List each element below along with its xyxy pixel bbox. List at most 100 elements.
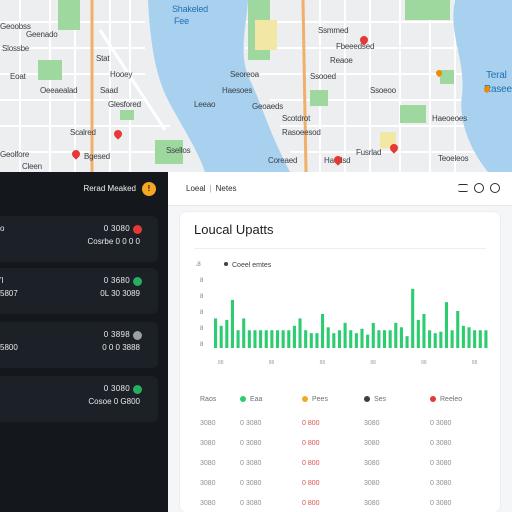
map-label: Ssellos bbox=[166, 146, 191, 155]
table-cell: 0 3080 bbox=[430, 420, 452, 427]
map-label: Haesoes bbox=[222, 86, 253, 95]
x-tick-label: 88 bbox=[421, 360, 427, 366]
y-tick-label: 8 bbox=[200, 310, 204, 316]
table-cell: 3080 bbox=[364, 420, 380, 427]
alert-icon[interactable]: ! bbox=[142, 182, 156, 196]
table-row[interactable]: 3080 0 3080 0 800 3080 0 3080 bbox=[200, 476, 492, 496]
updates-table: Raos Eaa Pees Ses Reeleo 3080 0 3080 0 800… bbox=[200, 392, 492, 512]
map-label: Reaoe bbox=[330, 56, 353, 65]
chart-bar bbox=[444, 302, 449, 348]
chart-bar bbox=[264, 330, 268, 348]
legend-dot-icon bbox=[302, 396, 308, 402]
chart-bar bbox=[219, 325, 223, 348]
grid-icon[interactable] bbox=[458, 184, 468, 192]
chart-bar bbox=[326, 327, 330, 348]
card-detail: 0 0 0 3888 bbox=[102, 343, 140, 352]
updates-chart: Coeel emtes1888888888888888888 bbox=[196, 256, 496, 372]
card-label: o bbox=[0, 224, 5, 233]
legend-dot-icon bbox=[224, 262, 228, 266]
table-cell: 0 800 bbox=[302, 480, 320, 487]
chart-bar bbox=[366, 334, 370, 348]
chart-bar bbox=[377, 330, 381, 348]
table-cell: 3080 bbox=[200, 440, 216, 447]
x-tick-label: 88 bbox=[218, 360, 224, 366]
map-label: Geoaeds bbox=[252, 102, 284, 111]
map-label: Geenado bbox=[26, 30, 58, 39]
chart-bar bbox=[349, 330, 353, 348]
chart-bar bbox=[321, 313, 325, 348]
map-label: Bgesed bbox=[84, 152, 110, 161]
feed-card[interactable]: 'l 5807 0 3680 0L 30 3089 bbox=[0, 268, 158, 314]
chart-bar bbox=[253, 330, 257, 348]
table-cell: 0 3080 bbox=[430, 440, 452, 447]
chart-bar bbox=[332, 333, 336, 348]
table-row[interactable]: 3080 0 3080 0 800 3080 0 3080 bbox=[200, 416, 492, 436]
map-label: Oeeaealad bbox=[40, 86, 78, 95]
column-header[interactable]: Raos bbox=[200, 396, 216, 403]
main-panel: Loeal|Netes Loucal Upatts Coeel emtes 18 8… bbox=[168, 172, 512, 512]
x-tick-label: 88 bbox=[472, 360, 478, 366]
card-amount: 0 3680 bbox=[103, 276, 130, 285]
feed-card[interactable]: 5800 0 3898 0 0 0 3888 bbox=[0, 322, 158, 368]
chart-bar bbox=[439, 331, 443, 348]
map-label: Coreaed bbox=[268, 156, 298, 165]
map-label: Eoat bbox=[10, 72, 26, 81]
chart-bar bbox=[484, 330, 488, 348]
card-detail: Cosrbe 0 0 0 0 bbox=[87, 237, 140, 246]
chart-bar bbox=[270, 330, 274, 348]
table-cell: 0 3080 bbox=[240, 420, 262, 427]
table-row[interactable]: 3080 0 3080 0 800 3080 0 3080 bbox=[200, 456, 492, 476]
header-title: Loeal | Netes bbox=[186, 184, 237, 193]
map-label: Geoobss bbox=[0, 22, 31, 31]
legend-dot-icon bbox=[364, 396, 370, 402]
table-row[interactable]: 3080 0 3080 0 800 3080 0 3080 bbox=[200, 496, 492, 512]
chart-bar bbox=[416, 319, 420, 348]
table-row[interactable]: 3080 0 3080 0 800 3080 0 3080 bbox=[200, 436, 492, 456]
chart-legend: Coeel emtes bbox=[232, 262, 272, 269]
chart-bar bbox=[230, 299, 234, 348]
chart-bar bbox=[259, 330, 263, 348]
table-cell: 0 800 bbox=[302, 440, 320, 447]
map-label: Geolfore bbox=[0, 150, 30, 159]
column-header[interactable]: Ses bbox=[364, 396, 386, 403]
map-label: Haeoeoes bbox=[432, 114, 467, 123]
card-label: 'l bbox=[0, 276, 4, 285]
table-cell: 3080 bbox=[364, 440, 380, 447]
map-label: Glesfored bbox=[108, 100, 141, 109]
feed-card[interactable]: 0 3080 Cosoe 0 G800 bbox=[0, 376, 158, 422]
column-header[interactable]: Reeleo bbox=[430, 396, 462, 403]
header-title-sub: Netes bbox=[215, 184, 237, 193]
feed-card[interactable]: o 0 3080 Cosrbe 0 0 0 0 bbox=[0, 216, 158, 262]
table-cell: 0 3080 bbox=[430, 480, 452, 487]
map-view[interactable]: Shakeled Fee Geenado Slossbe Stat Hooey … bbox=[0, 0, 512, 172]
card-amount: 0 3898 bbox=[103, 330, 130, 339]
chart-bar bbox=[275, 330, 280, 348]
table-cell: 3080 bbox=[364, 480, 380, 487]
map-label: Leeao bbox=[194, 100, 216, 109]
map-label: Cleen bbox=[22, 162, 42, 171]
map-label: Fee bbox=[174, 16, 189, 26]
column-header[interactable]: Eaa bbox=[240, 396, 262, 403]
chart-bar bbox=[371, 322, 375, 348]
table-cell: 0 800 bbox=[302, 460, 320, 467]
bar-chart: Coeel emtes1888888888888888888 bbox=[196, 262, 488, 366]
chart-bar bbox=[433, 333, 437, 348]
chart-bar bbox=[399, 327, 403, 348]
table-cell: 0 3080 bbox=[430, 500, 452, 507]
chart-bar bbox=[287, 330, 291, 348]
settings-icon[interactable] bbox=[490, 183, 500, 193]
main-header: Loeal | Netes bbox=[168, 172, 512, 206]
chart-bar bbox=[315, 333, 319, 348]
chart-bar bbox=[473, 330, 477, 348]
chart-bar bbox=[411, 288, 415, 348]
map-label: Ssoeoo bbox=[370, 86, 396, 95]
column-header[interactable]: Pees bbox=[302, 396, 328, 403]
table-cell: 0 3080 bbox=[240, 440, 262, 447]
divider bbox=[194, 248, 486, 249]
chart-bar bbox=[304, 330, 308, 348]
map-label: Shakeled bbox=[172, 4, 208, 14]
y-tick-label: 8 bbox=[200, 278, 204, 284]
card-detail: 0L 30 3089 bbox=[100, 289, 140, 298]
x-tick-label: 88 bbox=[269, 360, 275, 366]
info-icon[interactable] bbox=[474, 183, 484, 193]
